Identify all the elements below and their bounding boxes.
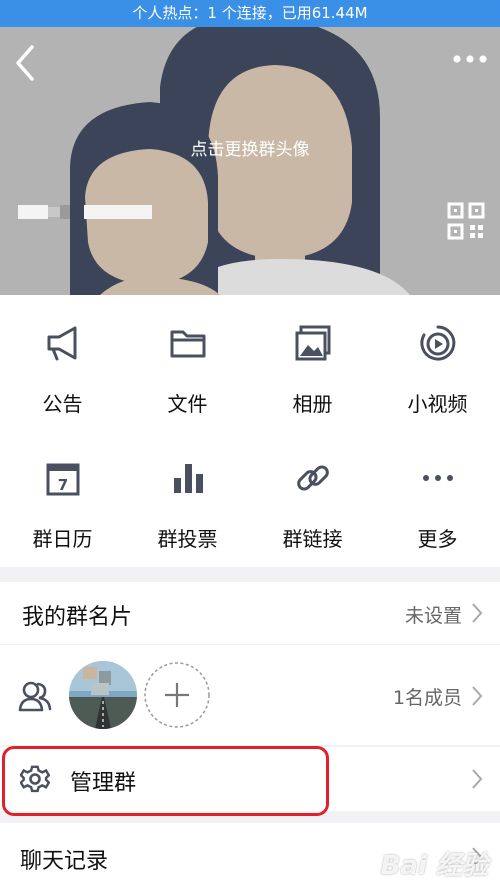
- change-avatar-hint[interactable]: 点击更换群头像: [0, 135, 500, 160]
- more-options-icon[interactable]: [452, 49, 488, 69]
- back-arrow-icon[interactable]: [12, 43, 40, 83]
- calendar-icon: 7: [46, 463, 80, 496]
- video-play-icon: [420, 325, 456, 361]
- add-member-button[interactable]: [143, 661, 211, 729]
- feature-announcement[interactable]: 公告: [0, 295, 125, 425]
- megaphone-icon: [47, 326, 77, 361]
- feature-label: 文件: [167, 392, 208, 416]
- feature-more[interactable]: 更多: [375, 430, 500, 560]
- chevron-right-icon: [472, 686, 483, 706]
- feature-label: 群日历: [32, 527, 93, 551]
- chat-history-title: 聊天记录: [20, 849, 109, 874]
- member-count: 1名成员: [392, 687, 462, 709]
- link-icon: [297, 465, 329, 491]
- feature-label: 更多: [417, 527, 458, 551]
- feature-album[interactable]: 相册: [250, 295, 375, 425]
- group-avatar-header[interactable]: 点击更换群头像: [0, 27, 500, 295]
- feature-label: 公告: [42, 392, 83, 416]
- my-group-card-row[interactable]: 我的群名片 未设置: [0, 582, 500, 644]
- svg-text:7: 7: [58, 476, 68, 494]
- bar-chart-icon: [174, 464, 203, 493]
- highlight-box: [2, 746, 329, 816]
- feature-short-video[interactable]: 小视频: [375, 295, 500, 425]
- feature-files[interactable]: 文件: [125, 295, 250, 425]
- qr-code-icon[interactable]: [447, 202, 485, 240]
- photo-album-icon: [295, 325, 331, 361]
- members-icon: [18, 681, 52, 712]
- feature-label: 小视频: [407, 392, 468, 416]
- chevron-right-icon: [472, 603, 483, 623]
- feature-group-link[interactable]: 群链接: [250, 430, 375, 560]
- group-members-row[interactable]: 1名成员: [0, 645, 500, 745]
- status-bar-text: 个人热点：1 个连接，已用61.44M: [132, 4, 368, 22]
- feature-label: 相册: [292, 392, 333, 416]
- feature-group-calendar[interactable]: 7 群日历: [0, 430, 125, 560]
- group-avatar-illustration: [0, 27, 500, 295]
- folder-icon: [170, 330, 206, 358]
- member-avatar[interactable]: [69, 661, 137, 729]
- group-name-blurred: [18, 205, 152, 219]
- baidu-watermark: Bai 经验: [380, 851, 488, 881]
- feature-label: 群投票: [157, 527, 218, 551]
- feature-group-vote[interactable]: 群投票: [125, 430, 250, 560]
- chevron-right-icon: [472, 769, 483, 789]
- more-dots-icon: [423, 475, 453, 481]
- feature-label: 群链接: [282, 527, 343, 551]
- my-group-card-title: 我的群名片: [22, 605, 133, 630]
- my-group-card-value: 未设置: [404, 605, 462, 627]
- status-bar: 个人热点：1 个连接，已用61.44M: [0, 0, 500, 27]
- feature-grid: 公告 文件 相册 小视频 7 群日历 群投票 群链接 更多: [0, 295, 500, 567]
